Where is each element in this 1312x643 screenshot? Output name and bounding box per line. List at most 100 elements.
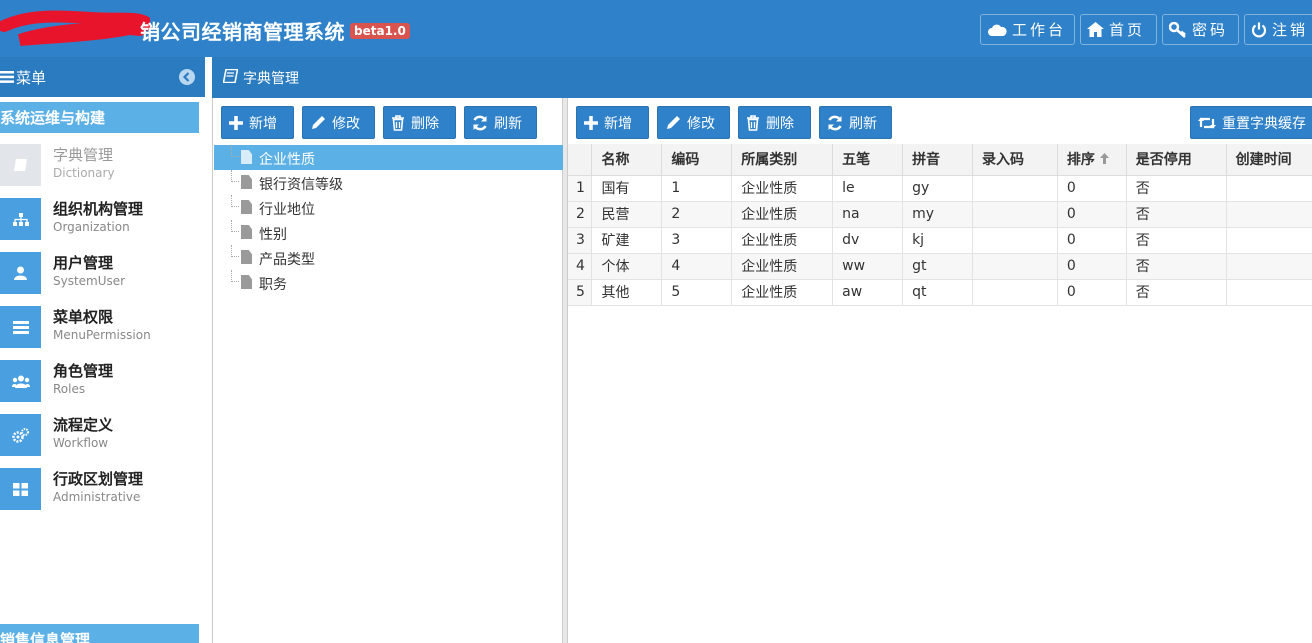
column-header[interactable]: 创建时间 [1226, 144, 1312, 176]
sidebar-item-administrative[interactable]: 行政区划管理 Administrative [0, 465, 199, 513]
workbench-button[interactable]: 工作台 [980, 14, 1075, 45]
sidebar-item-roles[interactable]: 角色管理 Roles [0, 357, 199, 405]
column-header[interactable]: 拼音 [902, 144, 973, 176]
book-icon [222, 68, 239, 87]
sidebar-group-sales[interactable]: 销售信息管理 [0, 624, 199, 643]
tree-node[interactable]: 行业地位 [214, 195, 563, 220]
cell-code: 4 [661, 253, 733, 280]
grid-refresh-button[interactable]: 刷新 [819, 106, 892, 139]
sidebar-item-workflow[interactable]: 流程定义 Workflow [0, 411, 199, 459]
collapse-sidebar-button[interactable] [179, 69, 195, 85]
sidebar-group-label: 系统运维与构建 [0, 109, 106, 127]
cell-created [1226, 227, 1312, 254]
document-icon [241, 150, 252, 164]
tree-delete-button[interactable]: 删除 [383, 106, 456, 139]
sitemap-icon [0, 198, 41, 240]
cell-disabled: 否 [1126, 279, 1227, 306]
cell-created [1226, 253, 1312, 280]
cell-code: 1 [661, 175, 733, 202]
row-number: 2 [568, 201, 593, 228]
chevron-left-icon [182, 72, 190, 82]
sidebar-item-menu-permission[interactable]: 菜单权限 MenuPermission [0, 303, 199, 351]
cell-wubi: ww [832, 253, 904, 280]
tree-add-button[interactable]: 新增 [221, 106, 294, 139]
sidebar-item-users[interactable]: 用户管理 SystemUser [0, 249, 199, 297]
table-row[interactable]: 5 其他 5 企业性质 aw qt 0 否 [568, 279, 1312, 306]
tree-edit-label: 修改 [332, 115, 360, 132]
cell-category: 企业性质 [731, 175, 834, 202]
cell-wubi: le [832, 175, 904, 202]
cell-name: 个体 [591, 253, 663, 280]
sidebar-menu-header: 菜单 [0, 57, 205, 97]
cell-code: 2 [661, 201, 733, 228]
grid-add-button[interactable]: 新增 [576, 106, 649, 139]
column-header[interactable]: 名称 [591, 144, 663, 176]
cell-disabled: 否 [1126, 201, 1227, 228]
grid-refresh-label: 刷新 [849, 115, 877, 132]
home-button[interactable]: 首页 [1080, 14, 1157, 45]
column-header[interactable]: 录入码 [972, 144, 1058, 176]
column-header[interactable]: 是否停用 [1126, 144, 1227, 176]
sidebar-item-dictionary[interactable]: 字典管理 Dictionary [0, 141, 199, 189]
cloud-icon [988, 24, 1007, 36]
cell-category: 企业性质 [731, 253, 834, 280]
cell-sort: 0 [1057, 201, 1127, 228]
table-row[interactable]: 3 矿建 3 企业性质 dv kj 0 否 [568, 227, 1312, 254]
cell-category: 企业性质 [731, 227, 834, 254]
password-button[interactable]: 密码 [1162, 14, 1239, 45]
tree-node[interactable]: 银行资信等级 [214, 170, 563, 195]
menu-label: 菜单 [16, 68, 47, 87]
sidebar-item-subtitle: Workflow [53, 436, 109, 450]
column-header[interactable]: 编码 [661, 144, 733, 176]
tree-node[interactable]: 职务 [214, 270, 563, 295]
tree-node[interactable]: 企业性质 [214, 145, 563, 170]
sidebar-item-title: 组织机构管理 [53, 200, 144, 218]
sidebar-item-title: 菜单权限 [53, 308, 114, 326]
tree-connector [231, 170, 239, 182]
table-row[interactable]: 1 国有 1 企业性质 le gy 0 否 [568, 175, 1312, 202]
trash-icon [392, 114, 404, 131]
table-header-row: 名称 编码 所属类别 五笔 拼音 录入码 排序 是否停用 创建时间 [568, 144, 1312, 176]
sidebar-group-ops[interactable]: 系统运维与构建 [0, 102, 199, 133]
tree-connector [231, 245, 239, 257]
document-icon [241, 200, 252, 214]
row-number: 5 [568, 279, 593, 306]
sort-up-icon [1099, 153, 1109, 165]
tree-node[interactable]: 产品类型 [214, 245, 563, 270]
workbench-label: 工作台 [1012, 21, 1067, 39]
cell-category: 企业性质 [731, 279, 834, 306]
tree-edit-button[interactable]: 修改 [302, 106, 375, 139]
version-badge: beta1.0 [350, 23, 410, 39]
retweet-icon [1198, 117, 1216, 128]
page-header: 字典管理 [212, 57, 1312, 98]
reset-cache-button[interactable]: 重置字典缓存 [1190, 106, 1312, 139]
logout-button[interactable]: 注销 [1244, 14, 1312, 45]
sort-column-header[interactable]: 排序 [1057, 144, 1127, 176]
sidebar: 菜单 系统运维与构建 字典管理 Dictionary 组织机构管理 Organi… [0, 57, 205, 643]
sidebar-item-organization[interactable]: 组织机构管理 Organization [0, 195, 199, 243]
cell-created [1226, 201, 1312, 228]
tree-connector [231, 195, 239, 207]
tree-refresh-button[interactable]: 刷新 [464, 106, 537, 139]
cell-code: 5 [661, 279, 733, 306]
document-icon [241, 175, 252, 189]
grid-delete-button[interactable]: 删除 [738, 106, 811, 139]
column-header[interactable]: 所属类别 [731, 144, 834, 176]
cell-input-code [972, 253, 1058, 280]
table-row[interactable]: 4 个体 4 企业性质 ww gt 0 否 [568, 253, 1312, 280]
column-header-label: 排序 [1066, 152, 1095, 169]
category-tree-panel: 新增 修改 删除 刷新 企业性质 银行资信等级 行业地位 性别 产品类型 职务 [212, 98, 563, 643]
redaction-scribble [0, 10, 150, 46]
home-label: 首页 [1109, 21, 1146, 39]
row-number: 1 [568, 175, 593, 202]
table-row[interactable]: 2 民营 2 企业性质 na my 0 否 [568, 201, 1312, 228]
sidebar-item-subtitle: Organization [53, 220, 130, 234]
cell-input-code [972, 201, 1058, 228]
cell-wubi: dv [832, 227, 904, 254]
tree-node-label: 银行资信等级 [259, 177, 343, 193]
user-icon [0, 252, 41, 294]
plus-icon [229, 115, 243, 130]
column-header[interactable]: 五笔 [832, 144, 904, 176]
tree-node[interactable]: 性别 [214, 220, 563, 245]
grid-edit-button[interactable]: 修改 [657, 106, 730, 139]
